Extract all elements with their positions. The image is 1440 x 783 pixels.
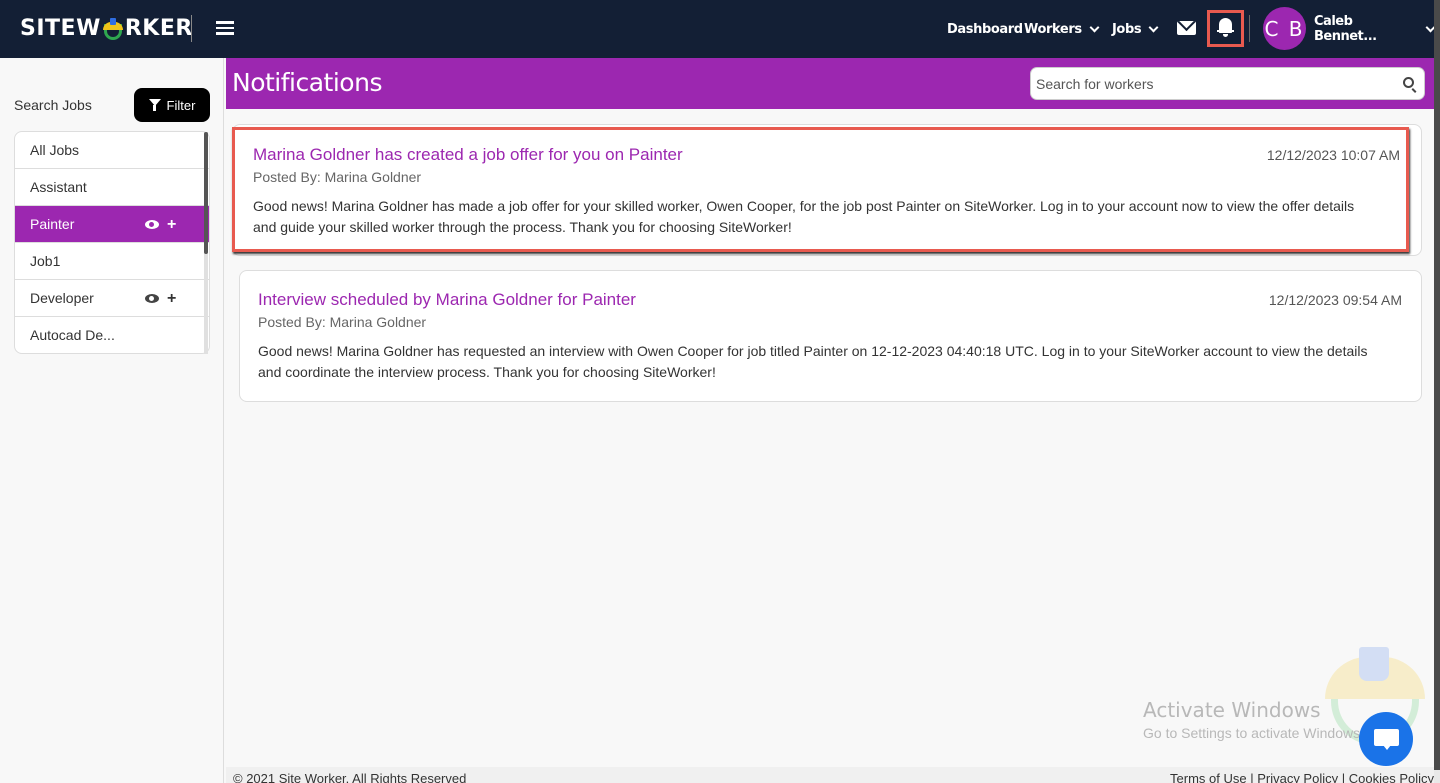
footer: © 2021 Site Worker. All Rights Reserved … <box>226 767 1434 783</box>
watermark-subtitle: Go to Settings to activate Windows. <box>1143 725 1364 741</box>
job-item-developer[interactable]: Developer + <box>15 280 209 317</box>
notification-card[interactable]: Marina Goldner has created a job offer f… <box>232 127 1409 252</box>
notification-body-line: and guide your skilled worker through th… <box>253 219 792 235</box>
copyright: © 2021 Site Worker. All Rights Reserved <box>233 771 467 783</box>
siteworker-logo[interactable]: SITEW RKER <box>20 16 193 41</box>
filter-label: Filter <box>166 97 196 113</box>
logo-text-suffix: RKER <box>124 16 193 41</box>
page-header: Notifications <box>226 58 1434 109</box>
job-item-autocad[interactable]: Autocad De... <box>15 317 209 353</box>
chat-button[interactable] <box>1359 712 1413 766</box>
mail-icon[interactable] <box>1177 21 1196 35</box>
nav-workers[interactable]: Workers <box>1024 0 1100 58</box>
logo-text-prefix: SITEW <box>20 16 101 41</box>
notification-body-line: Good news! Marina Goldner has requested … <box>258 343 1368 359</box>
job-item-all-jobs[interactable]: All Jobs <box>15 132 209 169</box>
filter-button[interactable]: Filter <box>134 88 210 122</box>
search-icon[interactable] <box>1403 77 1414 88</box>
notification-body: Good news! Marina Goldner has requested … <box>258 341 1367 383</box>
notification-body-line: and coordinate the interview process. Th… <box>258 364 716 380</box>
top-navbar: SITEW RKER Dashboard Workers Jobs C B Ca… <box>0 0 1436 58</box>
chevron-down-icon <box>1148 22 1159 32</box>
job-item-painter[interactable]: Painter + <box>15 206 209 243</box>
activate-windows-watermark: Activate Windows Go to Settings to activ… <box>1143 698 1364 741</box>
job-label: Autocad De... <box>30 327 115 343</box>
funnel-icon <box>148 99 161 111</box>
job-label: Job1 <box>30 253 61 269</box>
job-list: All Jobs Assistant Painter + Job1 Develo… <box>14 131 210 354</box>
job-label: Painter <box>30 216 75 232</box>
notifications-button[interactable] <box>1207 10 1244 47</box>
job-label: Assistant <box>30 179 87 195</box>
nav-workers-label[interactable]: Workers <box>1024 22 1082 37</box>
job-item-job1[interactable]: Job1 <box>15 243 209 280</box>
watermark-title: Activate Windows <box>1143 698 1321 722</box>
notification-title[interactable]: Interview scheduled by Marina Goldner fo… <box>258 290 636 310</box>
sidebar: Search Jobs Filter All Jobs Assistant Pa… <box>0 58 224 783</box>
link-separator: | <box>1338 771 1349 783</box>
nav-dashboard[interactable]: Dashboard <box>947 0 1023 58</box>
notification-timestamp: 12/12/2023 10:07 AM <box>1266 147 1400 163</box>
eye-icon[interactable] <box>145 294 159 303</box>
plus-icon[interactable]: + <box>167 216 176 233</box>
footer-links: Terms of Use | Privacy Policy | Cookies … <box>1170 771 1434 783</box>
job-label: Developer <box>30 290 94 306</box>
logo-divider <box>191 15 192 42</box>
notification-title[interactable]: Marina Goldner has created a job offer f… <box>253 145 683 165</box>
chevron-down-icon <box>1089 22 1100 32</box>
nav-jobs-label[interactable]: Jobs <box>1112 22 1142 37</box>
hamburger-menu-icon[interactable] <box>216 21 234 35</box>
user-menu[interactable]: Caleb Bennet... <box>1314 0 1436 58</box>
plus-icon[interactable]: + <box>167 290 176 307</box>
worker-search <box>1030 67 1425 100</box>
job-item-assistant[interactable]: Assistant <box>15 169 209 206</box>
link-separator: | <box>1246 771 1258 783</box>
user-name[interactable]: Caleb Bennet... <box>1314 14 1418 44</box>
cookies-link[interactable]: Cookies Policy <box>1349 771 1434 783</box>
notification-body: Good news! Marina Goldner has made a job… <box>253 196 1354 238</box>
nav-divider <box>1249 15 1250 42</box>
search-jobs-label: Search Jobs <box>14 97 92 113</box>
notification-timestamp: 12/12/2023 09:54 AM <box>1268 292 1402 308</box>
terms-link[interactable]: Terms of Use <box>1170 771 1247 783</box>
notification-card[interactable]: Interview scheduled by Marina Goldner fo… <box>239 270 1422 402</box>
notification-posted-by: Posted By: Marina Goldner <box>253 169 422 185</box>
page-scrollbar[interactable] <box>1434 0 1440 783</box>
bell-icon <box>1217 18 1234 37</box>
chat-bubble-icon <box>1374 729 1399 750</box>
page-title: Notifications <box>232 68 382 97</box>
privacy-link[interactable]: Privacy Policy <box>1257 771 1338 783</box>
notification-posted-by: Posted By: Marina Goldner <box>258 314 427 330</box>
eye-icon[interactable] <box>145 220 159 229</box>
notification-body-line: Good news! Marina Goldner has made a job… <box>253 198 1355 214</box>
job-label: All Jobs <box>30 142 80 158</box>
search-input[interactable] <box>1031 68 1391 99</box>
job-list-scrollbar[interactable] <box>204 132 208 354</box>
nav-jobs[interactable]: Jobs <box>1112 0 1159 58</box>
user-avatar[interactable]: C B <box>1263 7 1306 50</box>
hardhat-logo-icon <box>102 17 124 40</box>
nav-dashboard-label[interactable]: Dashboard <box>947 22 1023 37</box>
